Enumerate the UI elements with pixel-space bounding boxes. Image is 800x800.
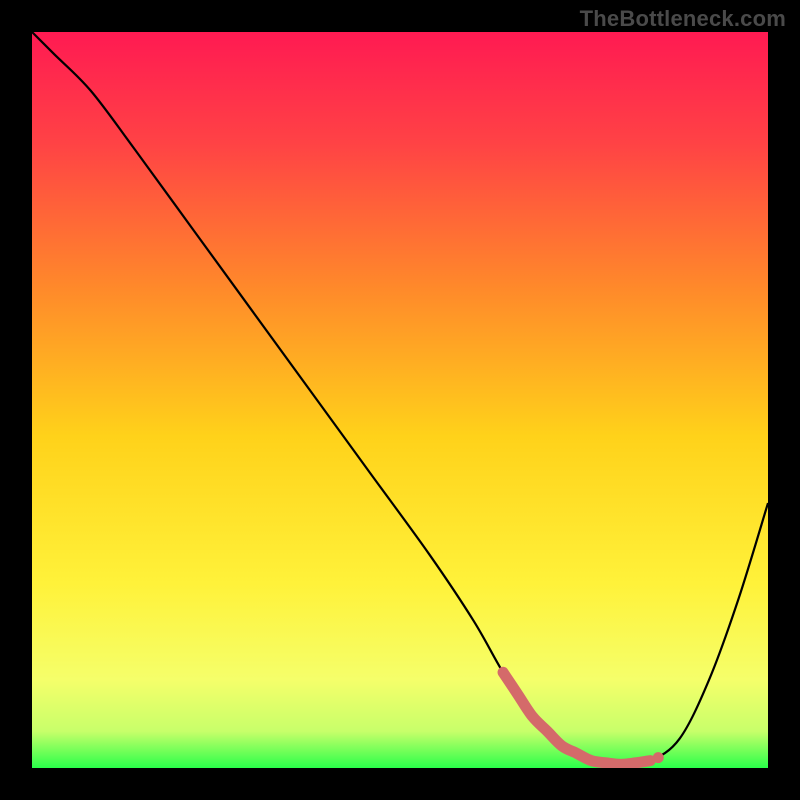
highlight-end-dot [653,752,664,763]
gradient-bg [32,32,768,768]
watermark-text: TheBottleneck.com [580,6,786,32]
chart-plot [32,32,768,768]
chart-svg [32,32,768,768]
chart-frame: TheBottleneck.com [0,0,800,800]
